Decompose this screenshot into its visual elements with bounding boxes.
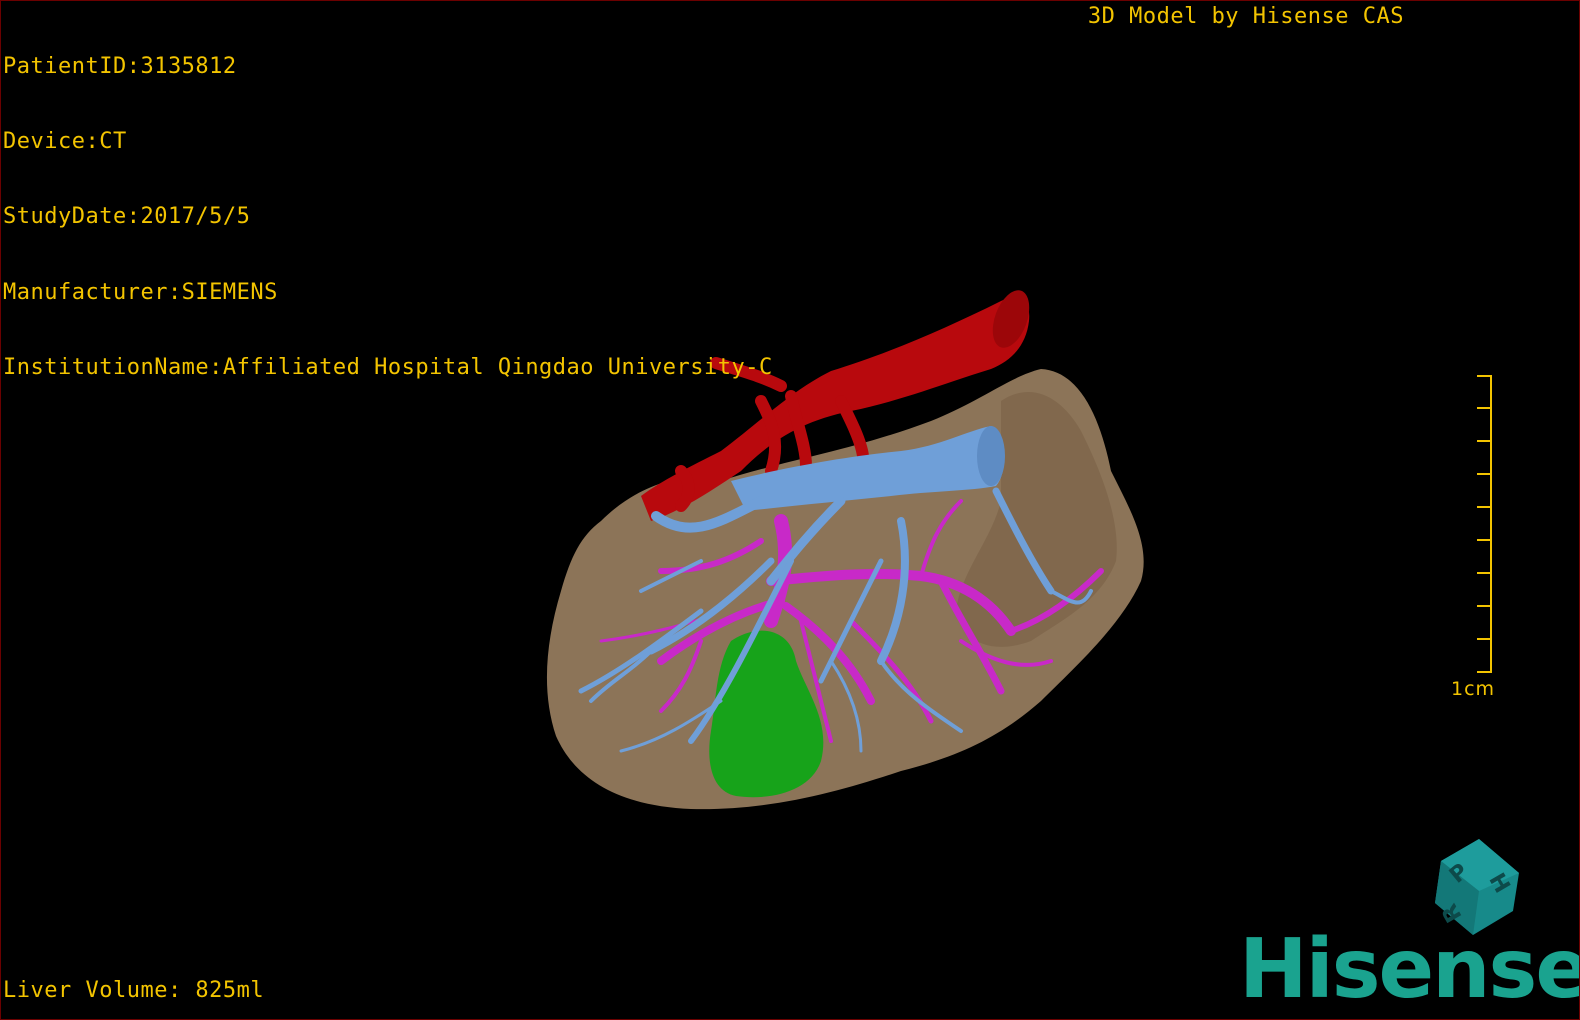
vendor-credit-label: 3D Model by Hisense CAS [1087, 4, 1404, 29]
study-date-label: StudyDate:2017/5/5 [3, 204, 251, 230]
hisense-logo: Hisense [1239, 922, 1580, 1017]
portal-vein-end [977, 426, 1005, 486]
patient-id-label: PatientID:3135812 [3, 54, 237, 79]
institution-label: InstitutionName:Affiliated Hospital Qing… [3, 354, 773, 380]
dicom-info-panel: PatientID:3135812 Device:CT StudyDate:20… [3, 4, 773, 430]
liver-volume-label: Liver Volume: 825ml [3, 978, 265, 1003]
device-label: Device:CT [3, 129, 127, 155]
manufacturer-label: Manufacturer:SIEMENS [3, 279, 278, 305]
scale-bar [1477, 375, 1492, 673]
3d-viewport[interactable]: PatientID:3135812 Device:CT StudyDate:20… [0, 0, 1580, 1020]
scale-bar-label: 1cm [1451, 678, 1496, 700]
